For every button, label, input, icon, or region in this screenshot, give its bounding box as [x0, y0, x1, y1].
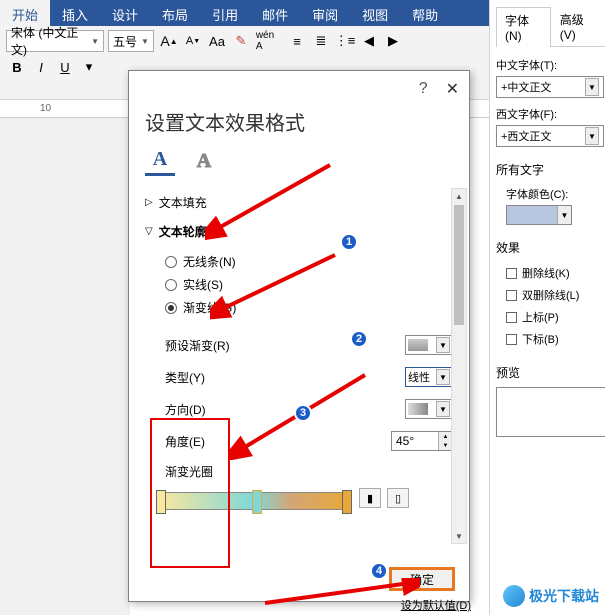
tab-help[interactable]: 帮助 [400, 0, 450, 26]
scroll-down-icon[interactable]: ▼ [452, 529, 466, 543]
set-default-link[interactable]: 设为默认值(D) [401, 597, 471, 613]
decrease-font-icon[interactable]: A▼ [182, 30, 204, 52]
tab-mailings[interactable]: 邮件 [250, 0, 300, 26]
cn-font-combo[interactable]: +中文正文▼ [496, 76, 604, 98]
preview-label: 预览 [496, 364, 605, 381]
tab-references[interactable]: 引用 [200, 0, 250, 26]
text-outline-section[interactable]: ▽文本轮廓 [145, 217, 463, 246]
direction-label: 方向(D) [165, 401, 206, 418]
tab-design[interactable]: 设计 [100, 0, 150, 26]
document-area [0, 118, 130, 615]
annotation-badge-1: 1 [340, 233, 358, 251]
add-stop-button[interactable]: ▮ [359, 488, 381, 508]
radio-solid-line[interactable]: 实线(S) [165, 273, 463, 296]
gradient-stops-label: 渐变光圈 [165, 463, 213, 480]
type-label: 类型(Y) [165, 369, 205, 386]
preset-gradient-label: 预设渐变(R) [165, 337, 230, 354]
font-color-label: 字体颜色(C): [506, 186, 605, 202]
annotation-badge-3: 3 [294, 404, 312, 422]
bold-button[interactable]: B [6, 56, 28, 78]
gradient-stop[interactable] [252, 490, 262, 514]
angle-label: 角度(E) [165, 433, 205, 450]
dialog-help-button[interactable]: ? [419, 80, 428, 98]
radio-icon [165, 256, 177, 268]
tab-view[interactable]: 视图 [350, 0, 400, 26]
more-icon[interactable]: ▾ [78, 56, 100, 78]
effects-label: 效果 [496, 239, 605, 256]
annotation-badge-2: 2 [350, 330, 368, 348]
dialog-title: 设置文本效果格式 [129, 107, 469, 146]
underline-button[interactable]: U [54, 56, 76, 78]
gradient-stop[interactable] [342, 490, 352, 514]
ok-button[interactable]: 确定 [389, 567, 455, 591]
preset-gradient-combo[interactable]: ▼ [405, 335, 453, 355]
double-strike-checkbox[interactable]: 双删除线(L) [496, 284, 605, 306]
increase-font-icon[interactable]: A▲ [158, 30, 180, 52]
tab-review[interactable]: 审阅 [300, 0, 350, 26]
tab-layout[interactable]: 布局 [150, 0, 200, 26]
scroll-thumb[interactable] [454, 205, 464, 325]
gradient-stop[interactable] [156, 490, 166, 514]
dialog-scrollbar[interactable]: ▲ ▼ [451, 188, 467, 544]
watermark: 极光下载站 [503, 585, 599, 607]
dialog-close-button[interactable]: ✕ [446, 79, 459, 99]
type-combo[interactable]: 线性▼ [405, 367, 453, 387]
superscript-checkbox[interactable]: 上标(P) [496, 306, 605, 328]
tab-home[interactable]: 开始 [0, 0, 50, 26]
text-fill-section[interactable]: ▷文本填充 [145, 188, 463, 217]
advanced-tab[interactable]: 高级(V) [551, 6, 605, 46]
cn-font-label: 中文字体(T): [496, 57, 605, 73]
decrease-indent-icon[interactable]: ◀ [358, 30, 380, 52]
font-panel: 字体(N) 高级(V) 中文字体(T): +中文正文▼ 西文字体(F): +西文… [489, 0, 611, 615]
subscript-checkbox[interactable]: 下标(B) [496, 328, 605, 350]
font-color-combo[interactable]: ▼ [506, 205, 572, 225]
remove-stop-button[interactable]: ▯ [387, 488, 409, 508]
direction-combo[interactable]: ▼ [405, 399, 453, 419]
font-family-combo[interactable]: 宋体 (中文正文)▼ [6, 30, 104, 52]
radio-no-line[interactable]: 无线条(N) [165, 250, 463, 273]
multilevel-icon[interactable]: ⋮≡ [334, 30, 356, 52]
italic-button[interactable]: I [30, 56, 52, 78]
phonetic-icon[interactable]: ✎ [230, 30, 252, 52]
increase-indent-icon[interactable]: ▶ [382, 30, 404, 52]
bullets-icon[interactable]: ≡ [286, 30, 308, 52]
tab-insert[interactable]: 插入 [50, 0, 100, 26]
all-text-label: 所有文字 [496, 161, 605, 178]
radio-gradient-line[interactable]: 渐变线(G) [165, 296, 463, 319]
angle-spinner[interactable]: 45°▲▼ [391, 431, 453, 451]
font-tab[interactable]: 字体(N) [496, 7, 551, 47]
strikethrough-checkbox[interactable]: 删除线(K) [496, 262, 605, 284]
text-outline-icon[interactable]: A [189, 146, 219, 176]
radio-icon [165, 302, 177, 314]
numbering-icon[interactable]: ≣ [310, 30, 332, 52]
watermark-icon [503, 585, 525, 607]
radio-icon [165, 279, 177, 291]
char-border-icon[interactable]: wénA [254, 30, 276, 52]
change-case-icon[interactable]: Aa [206, 30, 228, 52]
preview-box [496, 387, 605, 437]
annotation-badge-4: 4 [370, 562, 388, 580]
text-effects-dialog: ? ✕ 设置文本效果格式 A A ▷文本填充 ▽文本轮廓 无线条(N) 实线(S… [128, 70, 470, 602]
en-font-label: 西文字体(F): [496, 106, 605, 122]
en-font-combo[interactable]: +西文正文▼ [496, 125, 604, 147]
gradient-slider[interactable] [159, 492, 349, 510]
font-size-combo[interactable]: 五号▼ [108, 30, 154, 52]
scroll-up-icon[interactable]: ▲ [452, 189, 466, 203]
text-fill-icon[interactable]: A [145, 146, 175, 176]
